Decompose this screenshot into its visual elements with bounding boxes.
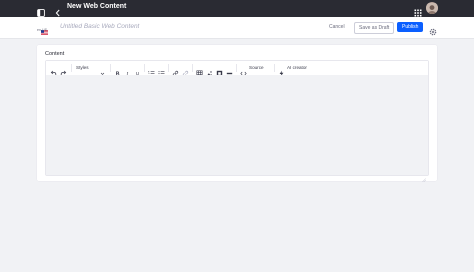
italic-icon[interactable]: I — [124, 64, 131, 78]
underline-icon[interactable]: U — [134, 64, 141, 77]
source-button[interactable]: Source — [249, 65, 264, 70]
content-card: Content Styles B I U — [37, 45, 437, 182]
toolbar-divider — [274, 64, 275, 72]
unlink-icon[interactable] — [182, 64, 189, 77]
styles-dropdown[interactable]: Styles — [76, 65, 89, 70]
numbered-list-icon[interactable] — [148, 64, 155, 76]
toolbar-divider — [144, 64, 145, 72]
content-field-label: Content — [45, 51, 65, 57]
top-navigation-bar: New Web Content — [0, 0, 474, 17]
toolbar-divider — [71, 64, 72, 72]
us-flag-icon[interactable] — [41, 22, 48, 35]
code-icon[interactable] — [240, 64, 247, 76]
link-icon[interactable] — [172, 64, 179, 77]
editor-toolbar: Styles B I U — [46, 61, 428, 78]
apps-grid-icon[interactable] — [414, 4, 422, 17]
title-input[interactable]: Untitled Basic Web Content — [60, 23, 139, 30]
toolbar-divider — [192, 64, 193, 72]
gear-icon[interactable] — [429, 23, 437, 36]
resize-handle-icon[interactable] — [422, 169, 426, 182]
bulleted-list-icon[interactable] — [158, 64, 165, 76]
back-arrow-icon[interactable] — [54, 4, 62, 17]
sidebar-toggle-icon[interactable] — [37, 4, 45, 17]
toolbar-divider — [110, 64, 111, 72]
cancel-button[interactable]: Cancel — [326, 22, 348, 32]
table-icon[interactable] — [196, 64, 203, 77]
bold-icon[interactable]: B — [114, 64, 121, 78]
image-icon[interactable] — [206, 64, 213, 76]
editor-content-area[interactable] — [46, 75, 428, 182]
page-title: New Web Content — [67, 3, 127, 10]
horizontal-rule-icon[interactable] — [226, 64, 233, 75]
toolbar-divider — [168, 64, 169, 72]
content-header-bar: en-US Untitled Basic Web Content Cancel … — [0, 17, 474, 39]
toolbar-divider — [236, 64, 237, 72]
redo-icon[interactable] — [60, 64, 67, 77]
user-avatar[interactable] — [426, 2, 438, 14]
media-icon[interactable] — [216, 64, 223, 77]
publish-button[interactable]: Publish — [397, 22, 424, 32]
save-as-draft-button[interactable]: Save as Draft — [354, 22, 395, 34]
ai-creator-button[interactable]: AI creator — [287, 65, 307, 70]
chevron-down-icon[interactable] — [99, 64, 106, 75]
locale-code: en-US — [37, 28, 47, 32]
ai-icon[interactable] — [278, 64, 285, 77]
undo-icon[interactable] — [50, 64, 57, 77]
rich-text-editor: Styles B I U — [45, 60, 429, 182]
